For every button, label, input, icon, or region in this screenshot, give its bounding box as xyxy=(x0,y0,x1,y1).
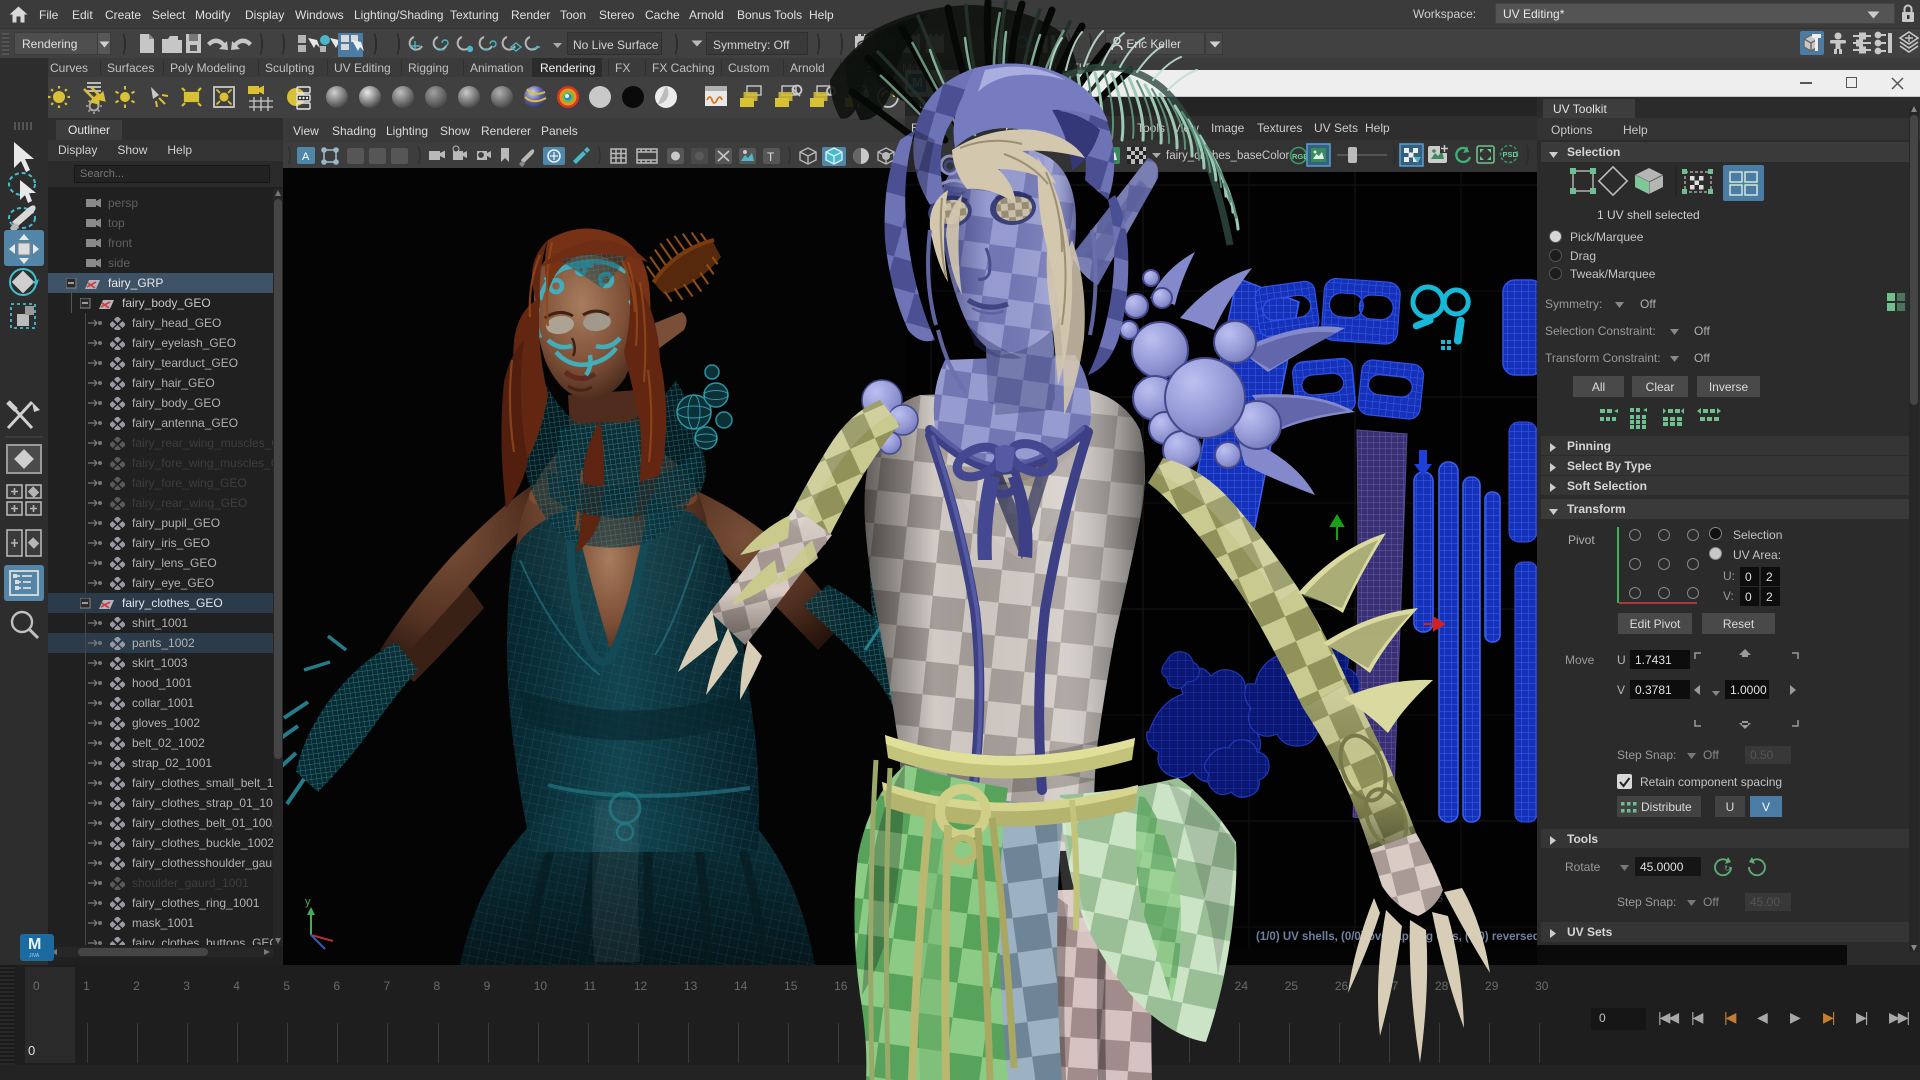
svg-text:A: A xyxy=(302,151,310,163)
svg-text:y: y xyxy=(305,896,311,908)
